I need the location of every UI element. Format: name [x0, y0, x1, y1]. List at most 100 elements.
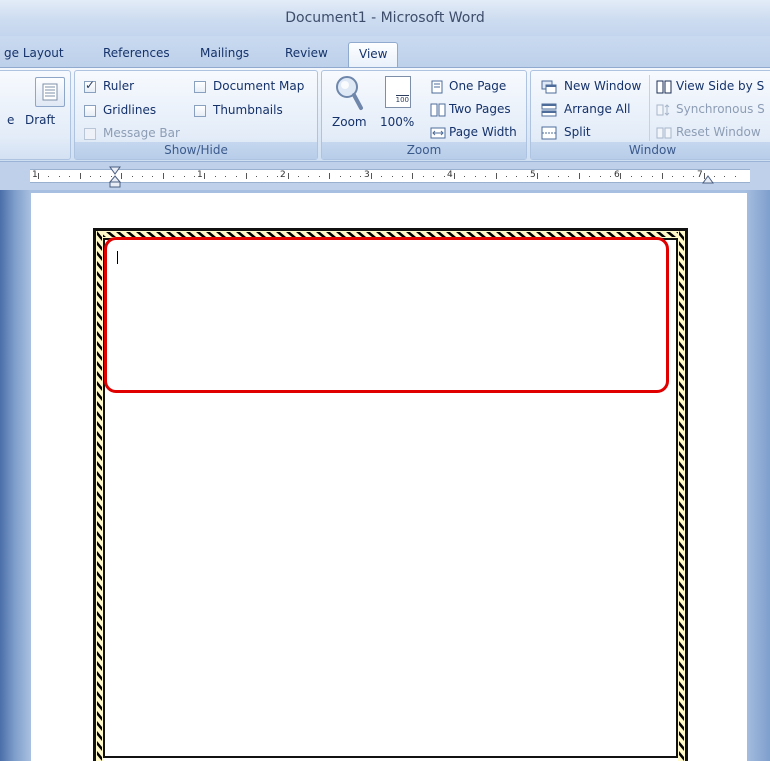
view-side-by-side-button[interactable]: View Side by S	[676, 79, 764, 93]
group-zoom: Zoom 100 100% One Page Two Pages Page Wi…	[321, 70, 527, 160]
message-bar-checkbox	[84, 128, 96, 140]
document-map-label[interactable]: Document Map	[213, 79, 304, 93]
ruler-number: 5	[530, 170, 536, 180]
one-page-icon	[430, 79, 444, 98]
ruler-dot	[266, 176, 268, 177]
page-width-button[interactable]: Page Width	[449, 125, 517, 139]
ruler-dot	[360, 176, 362, 177]
ruler-dot	[235, 176, 237, 177]
ruler-dot	[152, 176, 154, 177]
new-window-button[interactable]: New Window	[564, 79, 641, 93]
ruler-tick	[246, 173, 247, 179]
ruler-dot	[69, 176, 71, 177]
ruler-tick	[38, 173, 39, 179]
ruler-dot	[381, 176, 383, 177]
zoom-group-label: Zoom	[322, 142, 526, 159]
ruler-tick	[329, 173, 331, 179]
left-indent-marker-icon[interactable]	[109, 166, 121, 188]
ruler-dot	[526, 176, 528, 177]
arrange-all-icon	[541, 102, 557, 121]
ruler-tick	[537, 173, 539, 179]
document-workspace	[0, 190, 770, 761]
gridlines-label[interactable]: Gridlines	[103, 103, 156, 117]
two-pages-button[interactable]: Two Pages	[449, 102, 511, 116]
ruler-tick	[121, 173, 123, 179]
ruler-dot	[672, 176, 674, 177]
ruler-dot	[142, 176, 143, 177]
two-pages-icon	[430, 102, 446, 121]
tab-mailings[interactable]: Mailings	[200, 46, 249, 60]
tab-view[interactable]: View	[348, 42, 399, 68]
ruler-checkbox[interactable]	[84, 78, 96, 93]
reset-window-button: Reset Window	[676, 125, 761, 139]
ruler-dot	[422, 176, 424, 177]
ruler-tick	[162, 173, 164, 179]
draft-icon[interactable]	[35, 77, 65, 107]
ruler-dot	[610, 176, 611, 177]
horizontal-ruler[interactable]: 1 1 2 3 4 5 6 7	[0, 162, 770, 190]
ruler-dot	[516, 176, 518, 177]
ruler-dot	[474, 176, 476, 177]
ruler-dot	[100, 176, 102, 177]
ruler-dot	[724, 176, 726, 177]
ruler-tick	[662, 173, 663, 179]
ruler-dot	[547, 176, 549, 177]
ruler-dot	[308, 176, 310, 177]
hundred-percent-icon[interactable]: 100	[385, 76, 411, 108]
ruler-dot	[58, 176, 60, 177]
hundred-icon-label: 100	[395, 95, 409, 104]
tab-review[interactable]: Review	[285, 46, 328, 60]
hundred-percent-button[interactable]: 100%	[380, 115, 414, 129]
ruler-dot	[194, 176, 195, 177]
document-map-checkbox[interactable]	[194, 81, 206, 93]
message-bar-label: Message Bar	[103, 126, 180, 140]
ruler-dot	[173, 176, 175, 177]
right-indent-marker-icon[interactable]	[702, 175, 714, 185]
document-page[interactable]	[31, 193, 747, 761]
ruler-dot	[568, 176, 570, 177]
show-hide-group-label: Show/Hide	[75, 142, 317, 159]
ruler-tick	[79, 173, 81, 179]
ruler-number: 1	[197, 170, 203, 180]
tab-page-layout[interactable]: ge Layout	[4, 46, 64, 60]
one-page-button[interactable]: One Page	[449, 79, 506, 93]
ruler-dot	[214, 176, 216, 177]
group-window: New Window Arrange All Split View Side b…	[530, 70, 770, 160]
synchronous-scrolling-icon	[656, 102, 672, 121]
gridlines-checkbox[interactable]	[84, 105, 96, 117]
ruler-dot	[318, 176, 320, 177]
arrange-all-button[interactable]: Arrange All	[564, 102, 631, 116]
tab-references[interactable]: References	[103, 46, 170, 60]
ruler-dot	[599, 176, 601, 177]
ruler-dot	[589, 176, 591, 177]
ruler-dot	[630, 176, 632, 177]
ruler-dot	[277, 176, 279, 177]
ribbon-tabs: ge Layout References Mailings Review Vie…	[0, 36, 770, 68]
ruler-tick	[495, 173, 497, 179]
ruler-dot	[90, 176, 91, 177]
ruler-dot	[48, 176, 50, 177]
thumbnails-label[interactable]: Thumbnails	[213, 103, 283, 117]
split-button[interactable]: Split	[564, 125, 591, 139]
ruler-number: 4	[447, 170, 453, 180]
ruler-tick	[412, 173, 414, 179]
zoom-button[interactable]: Zoom	[332, 115, 367, 129]
ruler-label[interactable]: Ruler	[103, 79, 134, 93]
ruler-dot	[464, 176, 466, 177]
ruler-tick	[287, 173, 289, 179]
ruler-tick	[204, 173, 206, 179]
draft-button[interactable]: Draft	[25, 113, 55, 127]
window-title: Document1 - Microsoft Word	[285, 10, 485, 26]
ruler-dot	[558, 176, 559, 177]
ruler-number: 1	[32, 170, 38, 180]
zoom-icon[interactable]	[334, 75, 364, 115]
ruler-tick	[370, 173, 372, 179]
ruler-tick	[578, 173, 580, 179]
ruler-number: 2	[280, 170, 286, 180]
ruler-dot	[485, 176, 487, 177]
print-layout-label-partial[interactable]: e	[7, 113, 14, 127]
synchronous-scrolling-button: Synchronous S	[676, 102, 765, 116]
thumbnails-checkbox[interactable]	[194, 105, 206, 117]
ruler-number: 6	[614, 170, 620, 180]
ruler-dot	[183, 176, 185, 177]
